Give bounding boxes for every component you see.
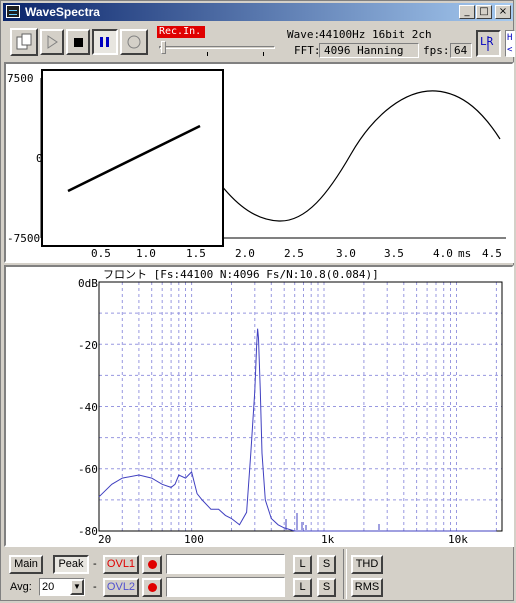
spec-x-tick: 20 xyxy=(98,533,111,545)
record-level-slider[interactable] xyxy=(159,41,277,57)
spectrum-harmonic-spikes xyxy=(285,513,380,530)
wave-x-tick: 1.5 xyxy=(186,247,206,260)
stop-button[interactable] xyxy=(66,29,90,55)
record-button[interactable] xyxy=(120,29,148,55)
ovl1-save-button[interactable]: S xyxy=(317,555,336,574)
side-panel-label: H xyxy=(507,33,513,43)
fps-label: fps: xyxy=(423,44,450,57)
dash-label: - xyxy=(93,558,97,570)
record-dot-icon xyxy=(147,583,157,592)
avg-select-value: 20 xyxy=(42,581,55,593)
waveform-panel: 7500 0 -7500 0.5 1.0 1.5 2.0 2.5 3.0 3.5… xyxy=(4,62,514,263)
record-icon xyxy=(127,35,141,49)
avg-label: Avg: xyxy=(10,581,32,593)
waveform-plot: 7500 0 -7500 0.5 1.0 1.5 2.0 2.5 3.0 3.5… xyxy=(7,69,506,260)
fps-value-field: 64 xyxy=(450,43,472,58)
bottom-divider xyxy=(343,549,347,599)
ovl2-save-button[interactable]: S xyxy=(317,578,336,597)
wave-x-tick: 3.0 xyxy=(336,247,356,260)
wave-x-tick: 0.5 xyxy=(91,247,111,260)
ovl2-load-button[interactable]: L xyxy=(293,578,312,597)
rms-button[interactable]: RMS xyxy=(351,578,383,597)
waveform-trace xyxy=(220,90,501,222)
spec-x-tick: 1k xyxy=(321,533,335,545)
peak-button[interactable]: Peak xyxy=(53,555,89,574)
channel-lr-icon: LR xyxy=(480,35,494,51)
chevron-down-icon[interactable]: ▼ xyxy=(70,579,84,595)
ovl1-file-field[interactable] xyxy=(166,554,285,574)
pause-button[interactable] xyxy=(92,29,118,55)
ovl2-record-button[interactable] xyxy=(142,578,162,597)
spec-y-tick: 0dB xyxy=(78,277,98,290)
play-icon xyxy=(47,35,58,49)
pause-icon xyxy=(100,37,109,47)
title-bar: WaveSpectra _ □ × xyxy=(3,3,513,21)
spectrum-header: フロント [Fs:44100 N:4096 Fs/N:10.8(0.084)] xyxy=(103,268,379,281)
minimize-button[interactable]: _ xyxy=(459,5,475,19)
thd-button[interactable]: THD xyxy=(351,555,383,574)
slider-tick xyxy=(263,52,264,56)
window-title: WaveSpectra xyxy=(25,5,100,19)
slider-thumb[interactable] xyxy=(161,41,166,54)
ovl1-button[interactable]: OVL1 xyxy=(103,555,139,574)
ovl2-file-field[interactable] xyxy=(166,577,285,597)
wave-x-tick: 3.5 xyxy=(384,247,404,260)
record-dot-icon xyxy=(147,560,157,569)
spectrum-panel: フロント [Fs:44100 N:4096 Fs/N:10.8(0.084)] … xyxy=(4,265,514,547)
side-chevron-icon: < xyxy=(507,45,513,55)
wave-x-unit: ms xyxy=(458,247,471,260)
wave-x-tick: 2.5 xyxy=(284,247,304,260)
spec-y-tick: -20 xyxy=(78,339,98,352)
spec-y-tick: -60 xyxy=(78,463,98,476)
wave-x-tick: 4.0 xyxy=(433,247,453,260)
open-file-button[interactable] xyxy=(10,28,38,56)
wave-y-tick: 7500 xyxy=(7,72,34,85)
spectrum-plot: フロント [Fs:44100 N:4096 Fs/N:10.8(0.084)] … xyxy=(78,268,503,546)
app-icon xyxy=(6,5,20,18)
fft-label: FFT: xyxy=(294,44,321,57)
wave-x-tick: 1.0 xyxy=(136,247,156,260)
spec-x-tick: 10k xyxy=(448,533,468,545)
wave-label: Wave: xyxy=(287,28,321,41)
maximize-button[interactable]: □ xyxy=(476,5,492,19)
lr-icon-text: LR xyxy=(480,35,494,48)
ovl1-load-button[interactable]: L xyxy=(293,555,312,574)
open-file-icon xyxy=(16,33,32,50)
spectrum-series-line xyxy=(98,328,497,532)
spec-x-tick: 100 xyxy=(184,533,204,545)
side-panel-button[interactable]: H < xyxy=(505,30,515,57)
slider-tick xyxy=(207,52,208,56)
stop-icon xyxy=(74,38,83,47)
spectrum-grid xyxy=(98,282,502,531)
play-button[interactable] xyxy=(40,29,64,55)
wave-x-tick: 4.5 xyxy=(482,247,502,260)
slider-track xyxy=(159,46,275,49)
ovl2-button[interactable]: OVL2 xyxy=(103,578,139,597)
app-window: WaveSpectra _ □ × Rec.In. Wave: 44100Hz … xyxy=(0,0,515,601)
avg-select[interactable]: 20 ▼ xyxy=(39,578,85,596)
wave-x-tick: 2.0 xyxy=(235,247,255,260)
spec-y-tick: -80 xyxy=(78,525,98,538)
ovl1-record-button[interactable] xyxy=(142,555,162,574)
spec-y-tick: -40 xyxy=(78,401,98,414)
channel-lr-button[interactable]: LR xyxy=(476,30,501,57)
wave-format-value: 44100Hz 16bit 2ch xyxy=(319,28,432,41)
main-button[interactable]: Main xyxy=(9,555,43,574)
dash-label: - xyxy=(93,581,97,593)
rec-in-indicator: Rec.In. xyxy=(157,26,205,38)
close-button[interactable]: × xyxy=(495,5,511,19)
fft-value-field: 4096 Hanning xyxy=(319,43,419,58)
wave-y-tick: -7500 xyxy=(7,232,40,245)
